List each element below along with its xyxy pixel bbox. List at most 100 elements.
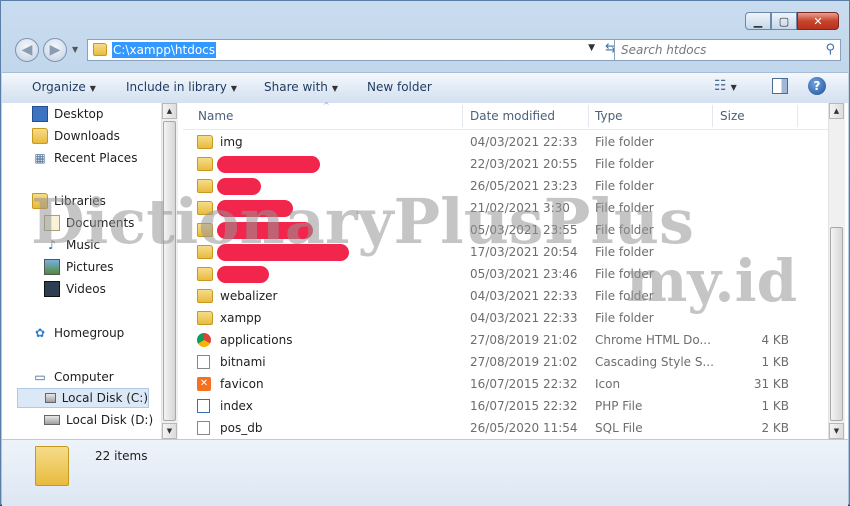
file-row[interactable]: index 16/07/2015 22:32 PHP File 1 KB (197, 396, 807, 418)
computer-icon: ▭ (34, 370, 46, 384)
address-path[interactable]: C:\xampp\htdocs (112, 42, 217, 58)
scroll-up-button[interactable]: ▲ (829, 103, 844, 119)
scroll-down-button[interactable]: ▼ (162, 423, 177, 439)
sort-ascending-icon: ^ (323, 101, 330, 110)
column-name[interactable]: Name (198, 109, 233, 123)
file-row[interactable]: pos_db 26/05/2020 11:54 SQL File 2 KB (197, 418, 807, 440)
column-type[interactable]: Type (595, 109, 623, 123)
file-row[interactable]: 21/02/2021 3:30 File folder (197, 198, 807, 220)
include-in-library-button[interactable]: Include in library ▼ (126, 80, 237, 94)
homegroup-icon: ✿ (34, 326, 46, 340)
file-row[interactable]: img 04/03/2021 22:33 File folder (197, 132, 807, 154)
minimize-button[interactable]: ▁ (745, 12, 771, 30)
scroll-up-button[interactable]: ▲ (162, 103, 177, 119)
preview-pane-button[interactable] (772, 78, 788, 94)
folder-icon (197, 223, 213, 237)
file-type: File folder (595, 311, 654, 325)
recent-pages-dropdown[interactable]: ▼ (72, 45, 78, 54)
file-name: index (220, 399, 253, 413)
file-row[interactable]: xampp 04/03/2021 22:33 File folder (197, 308, 807, 330)
file-type: File folder (595, 223, 654, 237)
file-size: 4 KB (761, 333, 789, 347)
command-bar: Organize ▼ Include in library ▼ Share with… (2, 72, 848, 104)
details-pane: 22 items (2, 439, 848, 506)
maximize-button[interactable]: ▢ (771, 12, 797, 30)
file-type: PHP File (595, 399, 643, 413)
organize-label: Organize (32, 80, 86, 94)
file-list: Name ^ Date modified Type Size img 04/03/… (183, 101, 828, 440)
folder-icon (197, 289, 213, 303)
column-divider[interactable] (462, 105, 463, 127)
videos-icon (44, 281, 60, 297)
column-divider[interactable] (588, 105, 589, 127)
nav-label: Downloads (54, 129, 120, 143)
nav-item-pictures[interactable]: Pictures (44, 257, 114, 277)
column-headers: Name ^ Date modified Type Size (183, 101, 828, 130)
nav-label: Documents (66, 216, 135, 230)
address-bar[interactable]: C:\xampp\htdocs ▼ ⇆ (87, 39, 620, 61)
column-divider[interactable] (712, 105, 713, 127)
file-row[interactable]: webalizer 04/03/2021 22:33 File folder (197, 286, 807, 308)
column-date-modified[interactable]: Date modified (470, 109, 555, 123)
back-button[interactable]: ◀ (15, 38, 39, 62)
file-type: Cascading Style S... (595, 355, 714, 369)
nav-label: Videos (66, 282, 106, 296)
file-row[interactable]: 26/05/2021 23:23 File folder (197, 176, 807, 198)
organize-button[interactable]: Organize ▼ (32, 80, 96, 94)
file-list-scrollbar[interactable]: ▲ ▼ (828, 103, 845, 439)
drive-icon (44, 415, 60, 425)
file-row[interactable]: applications 27/08/2019 21:02 Chrome HTML … (197, 330, 807, 352)
folder-icon (197, 201, 213, 215)
scroll-down-button[interactable]: ▼ (829, 423, 844, 439)
redaction-mark (217, 222, 313, 239)
folder-icon (197, 135, 213, 149)
nav-item-videos[interactable]: Videos (44, 279, 106, 299)
forward-button[interactable]: ▶ (43, 38, 67, 62)
scroll-thumb[interactable] (830, 227, 843, 421)
share-with-button[interactable]: Share with ▼ (264, 80, 338, 94)
nav-item-local-disk-c[interactable]: Local Disk (C:) (17, 388, 149, 408)
view-options-button[interactable]: ☷ ▼ (714, 78, 737, 94)
address-dropdown-icon[interactable]: ▼ (588, 43, 595, 53)
nav-label: Local Disk (D:) (66, 413, 154, 427)
scroll-thumb[interactable] (163, 121, 176, 421)
search-placeholder: Search htdocs (621, 43, 707, 57)
downloads-icon (32, 128, 48, 144)
file-size: 31 KB (753, 377, 789, 391)
search-icon[interactable]: ⚲ (825, 42, 835, 57)
nav-item-desktop[interactable]: Desktop (32, 104, 104, 124)
nav-item-computer[interactable]: ▭ Computer (32, 367, 113, 387)
nav-item-homegroup[interactable]: ✿ Homegroup (32, 323, 124, 343)
file-row[interactable]: 22/03/2021 20:55 File folder (197, 154, 807, 176)
file-type: Chrome HTML Do... (595, 333, 711, 347)
close-button[interactable]: ✕ (797, 12, 839, 30)
chevron-down-icon: ▼ (230, 84, 238, 93)
nav-item-music[interactable]: ♪ Music (44, 235, 100, 255)
redaction-mark (217, 178, 261, 195)
nav-item-recent-places[interactable]: ▦ Recent Places (32, 148, 137, 168)
column-size[interactable]: Size (720, 109, 745, 123)
explorer-window: ▁ ▢ ✕ ◀ ▶ ▼ C:\xampp\htdocs ▼ ⇆ Search h… (0, 0, 850, 506)
file-row[interactable]: bitnami 27/08/2019 21:02 Cascading Style S… (197, 352, 807, 374)
nav-label: Pictures (66, 260, 114, 274)
file-date: 04/03/2021 22:33 (470, 289, 578, 303)
nav-item-local-disk-d[interactable]: Local Disk (D:) (44, 410, 153, 430)
file-row[interactable]: 17/03/2021 20:54 File folder (197, 242, 807, 264)
file-size: 2 KB (761, 421, 789, 435)
new-folder-button[interactable]: New folder (367, 80, 432, 94)
chrome-icon (197, 333, 211, 347)
file-row[interactable]: 05/03/2021 23:46 File folder (197, 264, 807, 286)
file-row[interactable]: 05/03/2021 23:55 File folder (197, 220, 807, 242)
file-name: img (220, 135, 243, 149)
nav-item-documents[interactable]: Documents (44, 213, 134, 233)
nav-scrollbar[interactable]: ▲ ▼ (161, 103, 178, 439)
file-row[interactable]: ✕ favicon 16/07/2015 22:32 Icon 31 KB (197, 374, 807, 396)
music-icon: ♪ (48, 238, 56, 252)
column-divider[interactable] (797, 105, 798, 127)
file-date: 22/03/2021 20:55 (470, 157, 578, 171)
folder-icon (197, 157, 213, 171)
nav-item-downloads[interactable]: Downloads (32, 126, 120, 146)
nav-item-libraries[interactable]: Libraries (32, 191, 106, 211)
search-box[interactable]: Search htdocs ⚲ (614, 39, 841, 61)
help-button[interactable]: ? (808, 77, 826, 95)
